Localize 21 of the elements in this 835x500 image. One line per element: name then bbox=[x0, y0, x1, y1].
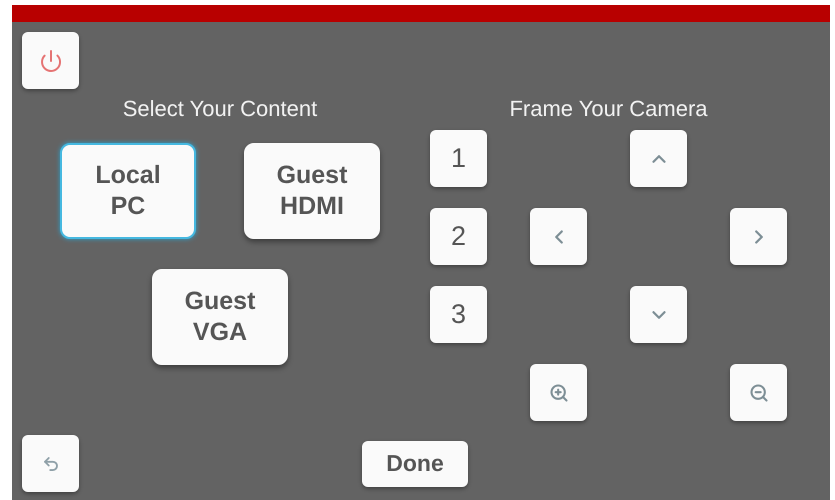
camera-control-button[interactable] bbox=[730, 364, 787, 421]
back-button[interactable] bbox=[22, 435, 79, 492]
camera-control-button[interactable] bbox=[530, 364, 587, 421]
section-title: Select Your Content bbox=[122, 97, 318, 121]
power-button[interactable] bbox=[22, 32, 79, 89]
zoom-out-icon bbox=[748, 382, 768, 402]
zoom-in-icon bbox=[548, 382, 568, 402]
done-button[interactable]: Done bbox=[362, 440, 468, 486]
preset-button[interactable]: 3 bbox=[430, 286, 487, 343]
source-button[interactable]: Local PC bbox=[60, 143, 196, 239]
camera-control-button[interactable] bbox=[530, 208, 587, 265]
preset-button[interactable]: 2 bbox=[430, 208, 487, 265]
camera-control-button[interactable] bbox=[730, 208, 787, 265]
camera-control-button[interactable] bbox=[630, 130, 687, 187]
section-title: Frame Your Camera bbox=[509, 97, 708, 121]
camera-control-button[interactable] bbox=[630, 286, 687, 343]
undo-icon bbox=[42, 454, 60, 472]
power-icon bbox=[38, 48, 62, 72]
source-button[interactable]: Guest HDMI bbox=[244, 143, 380, 239]
preset-button[interactable]: 1 bbox=[430, 130, 487, 187]
source-button[interactable]: Guest VGA bbox=[152, 269, 288, 365]
